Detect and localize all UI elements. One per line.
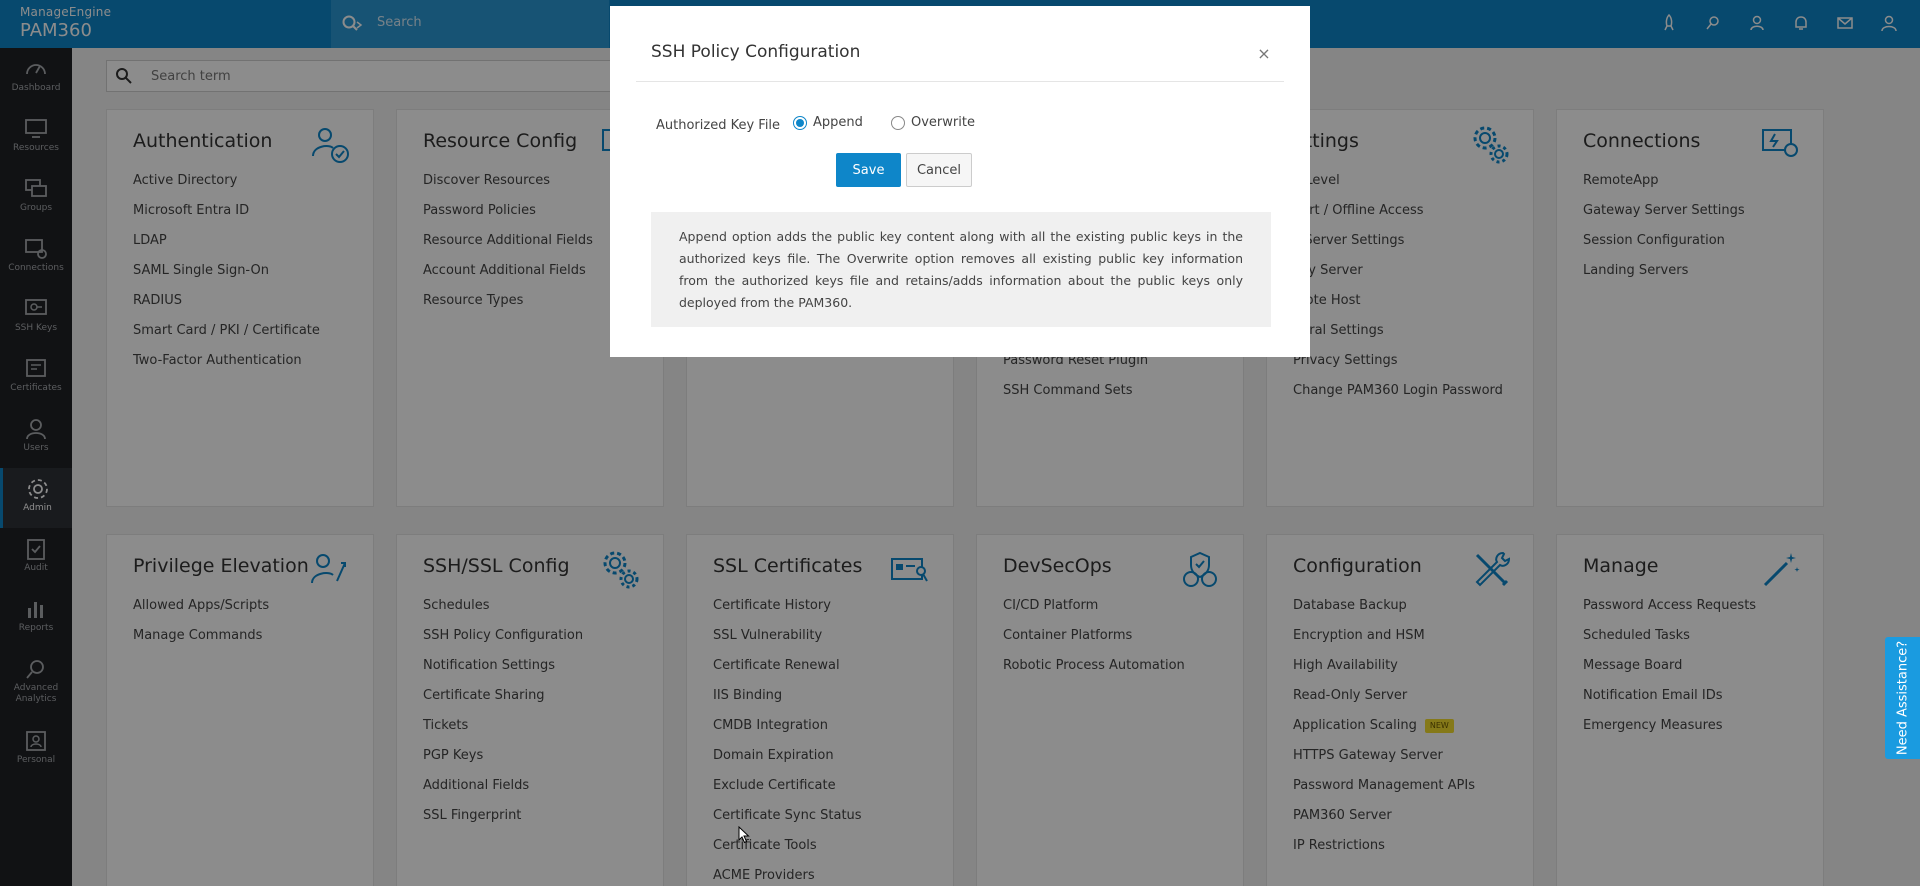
cancel-button[interactable]: Cancel xyxy=(906,153,972,187)
save-button[interactable]: Save xyxy=(836,153,901,187)
radio-overwrite-label: Overwrite xyxy=(911,115,975,130)
dialog-title: SSH Policy Configuration xyxy=(651,42,861,62)
radio-append[interactable]: Append xyxy=(793,115,863,130)
dialog-divider xyxy=(636,81,1284,82)
need-assistance-tab[interactable]: Need Assistance? xyxy=(1885,637,1920,759)
info-message: Append option adds the public key conten… xyxy=(651,212,1271,327)
mouse-cursor-icon xyxy=(738,826,750,844)
close-icon[interactable]: × xyxy=(1256,46,1272,62)
radio-overwrite-control[interactable] xyxy=(891,115,905,130)
authorized-key-file-label: Authorized Key File xyxy=(656,118,781,133)
ssh-policy-dialog: SSH Policy Configuration × Authorized Ke… xyxy=(610,6,1310,357)
radio-overwrite[interactable]: Overwrite xyxy=(891,115,975,130)
radio-append-control[interactable] xyxy=(793,115,807,130)
radio-append-label: Append xyxy=(813,115,863,130)
need-assistance-label: Need Assistance? xyxy=(1895,640,1910,756)
